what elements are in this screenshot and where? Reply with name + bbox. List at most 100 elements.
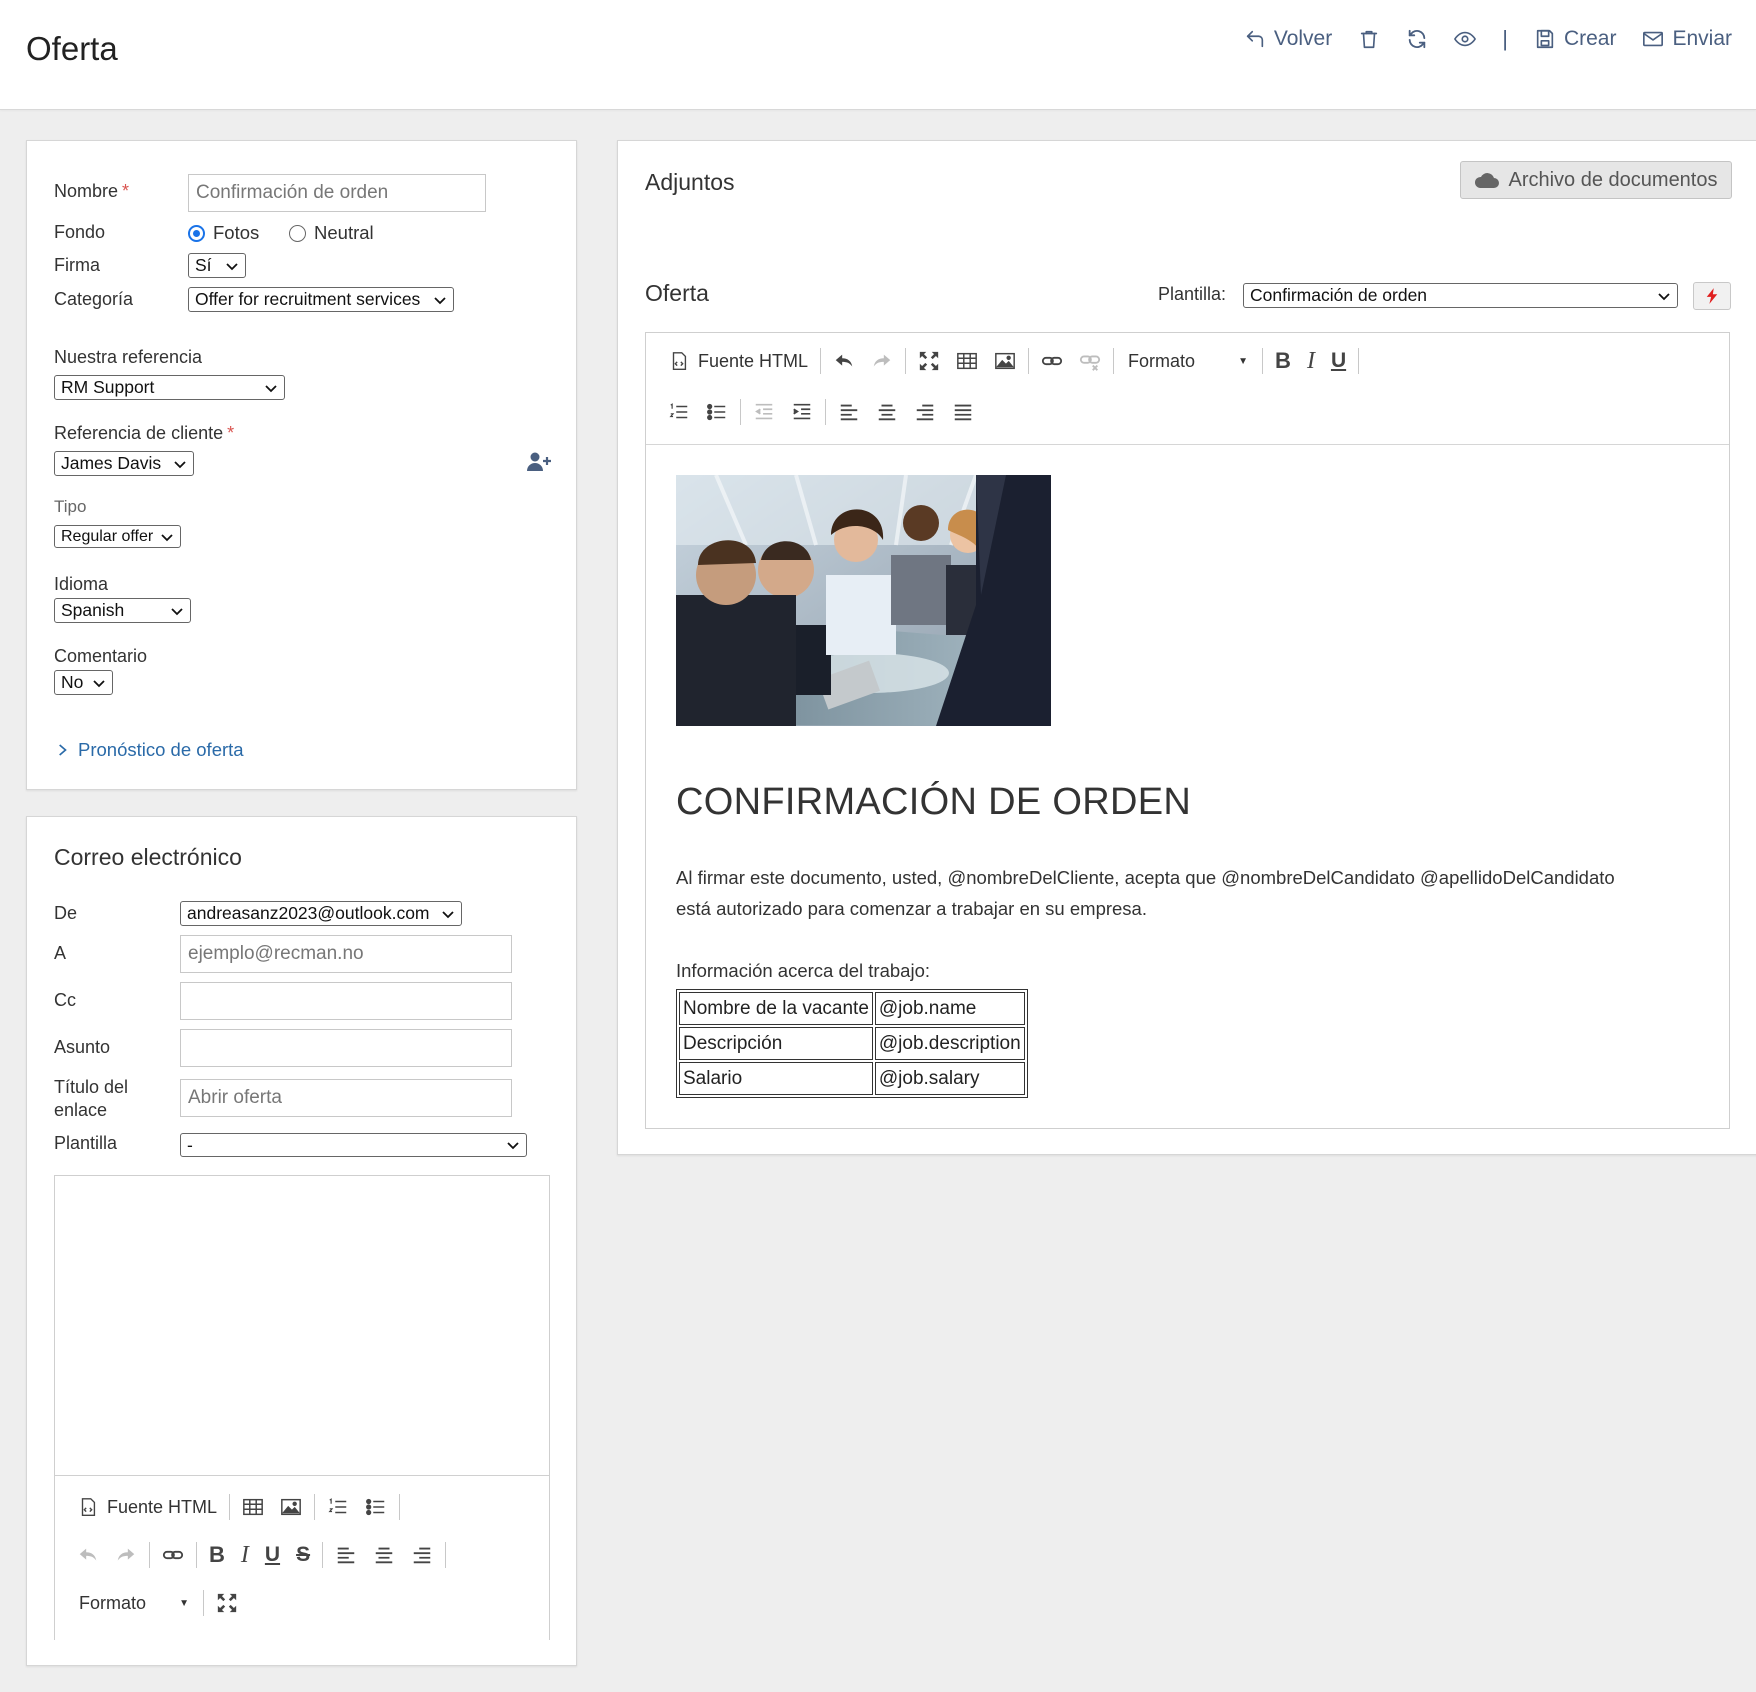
email-link-button[interactable] bbox=[154, 1537, 192, 1573]
offer-redo-button[interactable] bbox=[863, 343, 901, 379]
offer-italic-button[interactable]: I bbox=[1299, 343, 1323, 379]
type-select[interactable]: Regular offer bbox=[54, 525, 181, 548]
offer-template-label: Plantilla: bbox=[1158, 284, 1227, 304]
email-undo-button[interactable] bbox=[69, 1537, 107, 1573]
offer-underline-button[interactable]: U bbox=[1323, 343, 1354, 379]
name-input[interactable]: Confirmación de orden bbox=[188, 174, 486, 212]
subject-input[interactable] bbox=[180, 1029, 512, 1067]
offer-form-card: Nombre * Confirmación de orden Fondo Foto… bbox=[26, 140, 577, 790]
toolbar-separator bbox=[1028, 348, 1030, 374]
table-cell: @job.name bbox=[874, 992, 1025, 1025]
delete-button[interactable] bbox=[1358, 28, 1380, 50]
email-template-select[interactable]: - bbox=[180, 1133, 527, 1157]
comment-label: Comentario bbox=[54, 646, 148, 666]
email-underline-button[interactable]: U bbox=[257, 1537, 288, 1573]
from-select[interactable]: andreasanz2023@outlook.com bbox=[180, 901, 462, 926]
email-strike-button[interactable]: S bbox=[288, 1537, 318, 1573]
chevron-down-icon bbox=[442, 910, 454, 918]
offer-maximize-button[interactable] bbox=[910, 343, 948, 379]
language-label: Idioma bbox=[54, 574, 109, 594]
offer-bullet-list-button[interactable] bbox=[698, 394, 736, 430]
radio-label: Fotos bbox=[213, 222, 260, 243]
table-cell: Descripción bbox=[679, 1027, 873, 1060]
offer-html-source-button[interactable]: Fuente HTML bbox=[660, 343, 816, 379]
email-body-editor: Fuente HTML B I U S Formato ▼ bbox=[54, 1175, 550, 1640]
apply-template-button[interactable] bbox=[1693, 282, 1731, 310]
offer-justify-button[interactable] bbox=[944, 394, 982, 430]
language-select[interactable]: Spanish bbox=[54, 598, 191, 623]
offer-align-right-button[interactable] bbox=[906, 394, 944, 430]
underline-icon: U bbox=[264, 1543, 281, 1566]
maximize-icon bbox=[919, 351, 939, 371]
reply-icon bbox=[1246, 30, 1264, 48]
email-align-left-button[interactable] bbox=[327, 1537, 365, 1573]
add-contact-button[interactable] bbox=[526, 450, 552, 474]
to-input[interactable]: ejemplo@recman.no bbox=[180, 935, 512, 973]
email-maximize-button[interactable] bbox=[208, 1585, 246, 1621]
offer-align-left-button[interactable] bbox=[830, 394, 868, 430]
caret-down-icon: ▼ bbox=[1238, 355, 1249, 367]
align-right-icon bbox=[413, 1547, 431, 1564]
link-title-input[interactable]: Abrir oferta bbox=[180, 1079, 512, 1117]
offer-forecast-link[interactable]: Pronóstico de oferta bbox=[58, 739, 244, 761]
signature-value: Sí bbox=[195, 255, 212, 275]
attachments-offer-card: Adjuntos Archivo de documentos Oferta Pl… bbox=[617, 140, 1756, 1155]
email-numbered-list-button[interactable] bbox=[319, 1489, 357, 1525]
chevron-down-icon bbox=[265, 384, 277, 392]
background-radio-neutral[interactable]: Neutral bbox=[289, 222, 374, 244]
toolbar-separator bbox=[1113, 348, 1115, 374]
chevron-down-icon bbox=[174, 460, 186, 468]
email-redo-button[interactable] bbox=[107, 1537, 145, 1573]
toolbar-separator bbox=[229, 1494, 231, 1520]
background-radio-photos[interactable]: Fotos bbox=[188, 222, 259, 244]
email-body-content[interactable] bbox=[55, 1176, 549, 1476]
cc-input[interactable] bbox=[180, 982, 512, 1020]
email-format-dropdown[interactable]: Formato ▼ bbox=[69, 1587, 199, 1619]
category-select[interactable]: Offer for recruitment services bbox=[188, 287, 454, 312]
offer-document[interactable]: CONFIRMACIÓN DE ORDEN Al firmar este doc… bbox=[646, 446, 1729, 1128]
email-bold-button[interactable]: B bbox=[201, 1537, 233, 1573]
offer-outdent-button[interactable] bbox=[745, 394, 783, 430]
chevron-down-icon bbox=[161, 533, 173, 541]
back-button[interactable]: Volver bbox=[1244, 27, 1332, 51]
email-bullet-list-button[interactable] bbox=[357, 1489, 395, 1525]
comment-select[interactable]: No bbox=[54, 670, 113, 695]
send-button[interactable]: Enviar bbox=[1642, 27, 1732, 51]
offer-image-button[interactable] bbox=[986, 343, 1024, 379]
signature-select[interactable]: Sí bbox=[188, 253, 246, 278]
email-table-button[interactable] bbox=[234, 1489, 272, 1525]
email-image-button[interactable] bbox=[272, 1489, 310, 1525]
offer-table-button[interactable] bbox=[948, 343, 986, 379]
document-archive-button[interactable]: Archivo de documentos bbox=[1460, 161, 1732, 199]
offer-unlink-button[interactable] bbox=[1071, 343, 1109, 379]
offer-indent-button[interactable] bbox=[783, 394, 821, 430]
signature-label: Firma bbox=[54, 255, 100, 275]
offer-numbered-list-button[interactable] bbox=[660, 394, 698, 430]
client-reference-select[interactable]: James Davis bbox=[54, 451, 194, 476]
email-editor-toolbar: Fuente HTML B I U S Formato ▼ bbox=[55, 1477, 549, 1640]
offer-align-center-button[interactable] bbox=[868, 394, 906, 430]
preview-button[interactable] bbox=[1454, 28, 1477, 50]
chevron-down-icon bbox=[93, 679, 105, 687]
offer-undo-button[interactable] bbox=[825, 343, 863, 379]
create-button[interactable]: Crear bbox=[1534, 27, 1616, 51]
email-align-right-button[interactable] bbox=[403, 1537, 441, 1573]
offer-format-label: Formato bbox=[1128, 350, 1196, 371]
email-html-source-button[interactable]: Fuente HTML bbox=[69, 1489, 225, 1525]
offer-paragraph-line-1: Al firmar este documento, usted, @nombre… bbox=[676, 867, 1615, 888]
refresh-button[interactable] bbox=[1406, 28, 1428, 50]
link-icon bbox=[162, 1550, 184, 1560]
offer-bold-button[interactable]: B bbox=[1267, 343, 1299, 379]
to-label: A bbox=[54, 943, 67, 963]
our-reference-select[interactable]: RM Support bbox=[54, 375, 285, 400]
back-label: Volver bbox=[1273, 27, 1333, 50]
offer-link-button[interactable] bbox=[1033, 343, 1071, 379]
chevron-down-icon bbox=[507, 1142, 519, 1150]
email-align-center-button[interactable] bbox=[365, 1537, 403, 1573]
toolbar-separator bbox=[1358, 348, 1360, 374]
radio-dot bbox=[289, 224, 306, 242]
email-italic-button[interactable]: I bbox=[233, 1537, 257, 1573]
align-left-icon bbox=[337, 1547, 355, 1564]
offer-format-dropdown[interactable]: Formato ▼ bbox=[1118, 345, 1258, 377]
offer-template-select[interactable]: Confirmación de orden bbox=[1243, 283, 1678, 308]
